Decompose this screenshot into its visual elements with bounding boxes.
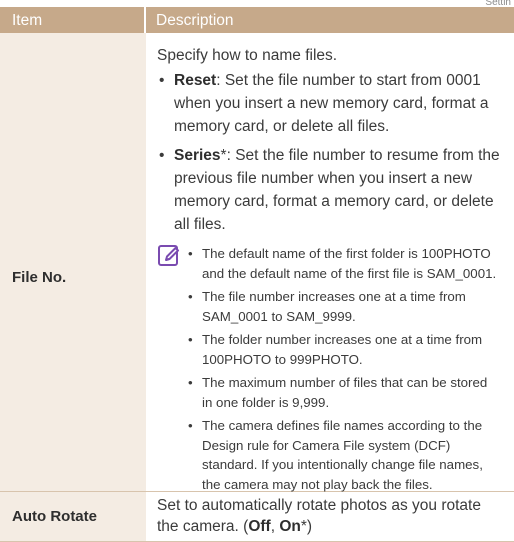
auto-rotate-on: On	[279, 518, 301, 535]
table-row-file-no: File No. Specify how to name files. Rese…	[0, 33, 514, 492]
file-no-options: Reset: Set the file number to start from…	[157, 69, 500, 236]
note-item: The file number increases one at a time …	[187, 287, 500, 326]
description-file-no: Specify how to name files. Reset: Set th…	[146, 33, 514, 492]
auto-rotate-text-end: *)	[300, 518, 313, 535]
reset-text: : Set the file number to start from 0001…	[174, 72, 489, 135]
note-box: The default name of the first folder is …	[157, 244, 500, 498]
note-item: The maximum number of files that can be …	[187, 373, 500, 412]
note-list: The default name of the first folder is …	[187, 244, 500, 498]
auto-rotate-text: Set to automatically rotate photos as yo…	[157, 497, 481, 535]
file-no-intro: Specify how to name files.	[157, 47, 338, 64]
note-item: The camera defines file names according …	[187, 416, 500, 494]
settings-table: Item Description File No. Specify how to…	[0, 7, 514, 542]
option-series: Series*: Set the file number to resume f…	[157, 144, 500, 236]
series-text: *: Set the file number to resume from th…	[174, 147, 500, 233]
table-row-auto-rotate: Auto Rotate Set to automatically rotate …	[0, 492, 514, 542]
auto-rotate-off: Off	[248, 518, 271, 535]
item-file-no: File No.	[0, 33, 146, 491]
series-term: Series	[174, 147, 221, 164]
option-reset: Reset: Set the file number to start from…	[157, 69, 500, 138]
note-item: The folder number increases one at a tim…	[187, 330, 500, 369]
header-description: Description	[146, 7, 514, 33]
note-item: The default name of the first folder is …	[187, 244, 500, 283]
note-pencil-icon	[158, 245, 179, 266]
reset-term: Reset	[174, 72, 217, 89]
description-auto-rotate: Set to automatically rotate photos as yo…	[146, 492, 514, 541]
item-auto-rotate: Auto Rotate	[0, 492, 146, 541]
header-item: Item	[0, 7, 144, 33]
table-header: Item Description	[0, 7, 514, 33]
